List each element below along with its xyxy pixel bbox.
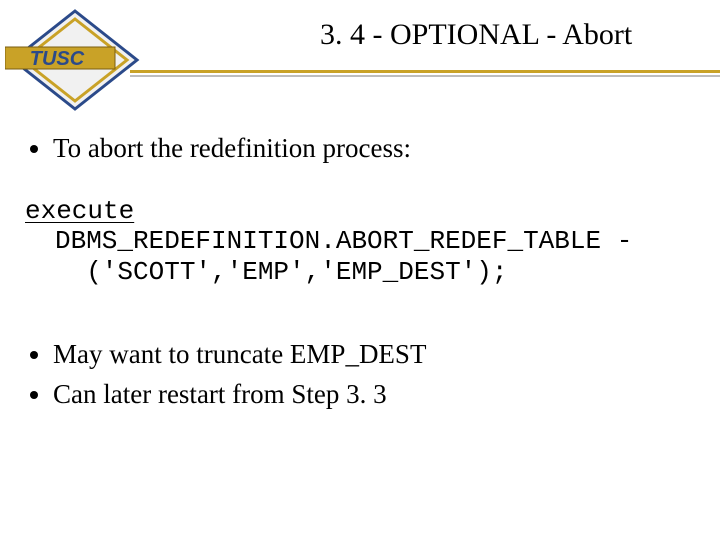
bullet-list-1: To abort the redefinition process: [25, 130, 700, 166]
tusc-logo: TUSC [5, 5, 145, 115]
code-line-1: DBMS_REDEFINITION.ABORT_REDEF_TABLE - [55, 226, 700, 257]
code-line-2: ('SCOTT','EMP','EMP_DEST'); [55, 257, 700, 288]
bullet-item: May want to truncate EMP_DEST [53, 336, 700, 372]
slide-body: To abort the redefinition process: execu… [25, 130, 700, 443]
slide: TUSC 3. 4 - OPTIONAL - Abort To abort th… [0, 0, 720, 540]
bullet-item: Can later restart from Step 3. 3 [53, 376, 700, 412]
slide-title: 3. 4 - OPTIONAL - Abort [320, 18, 720, 52]
divider-gold [130, 70, 720, 73]
bullet-item: To abort the redefinition process: [53, 130, 700, 166]
bullet-list-2: May want to truncate EMP_DEST Can later … [25, 336, 700, 413]
code-execute-keyword: execute [25, 196, 700, 226]
spacer [25, 288, 700, 336]
divider-grey [130, 75, 720, 77]
logo-text: TUSC [30, 48, 85, 70]
